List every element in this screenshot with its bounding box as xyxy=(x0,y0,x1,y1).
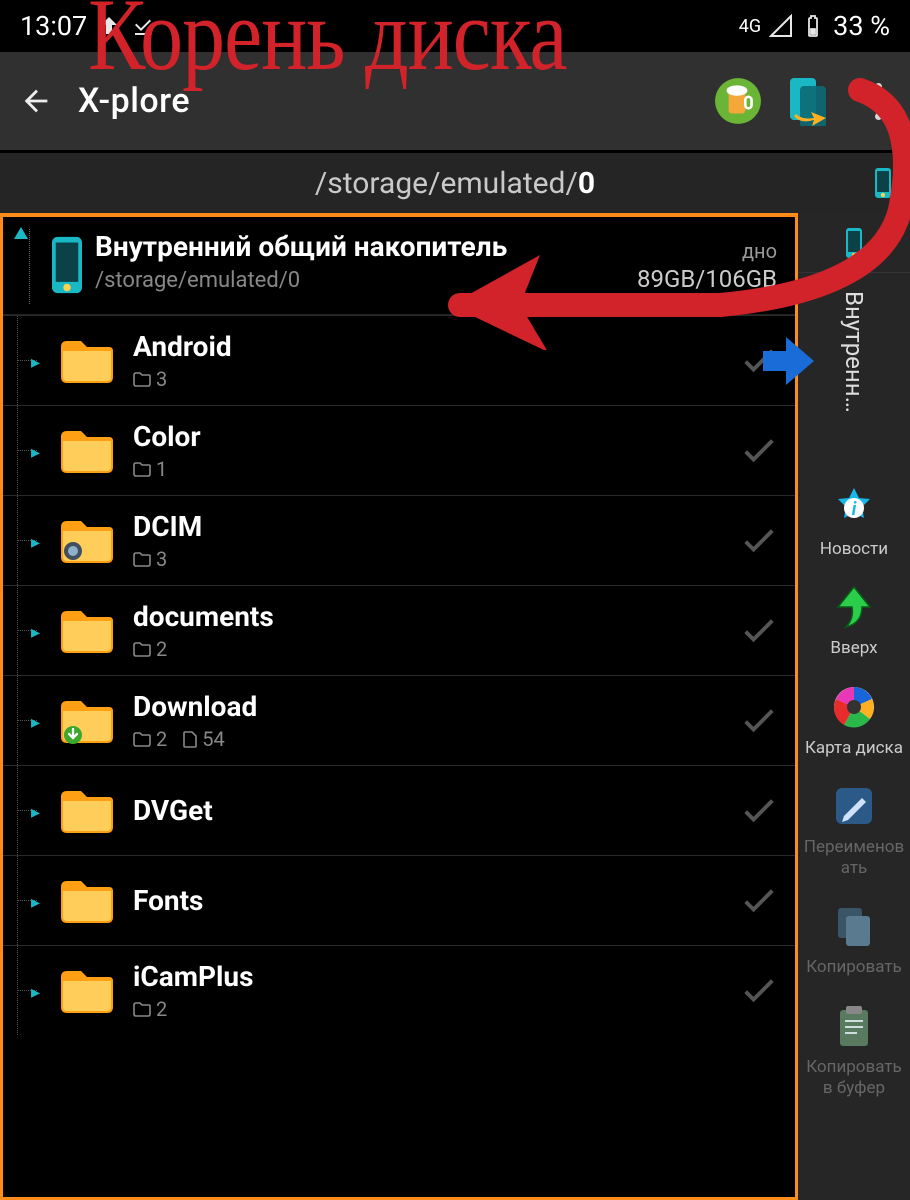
folder-meta: 1 xyxy=(133,457,737,481)
folder-row-icamplus[interactable]: ▸ iCamPlus 2 xyxy=(3,945,795,1035)
status-time: 13:07 xyxy=(20,10,87,42)
check-icon[interactable] xyxy=(737,787,781,835)
expand-arrow-icon[interactable]: ▸ xyxy=(31,442,40,463)
folder-icon xyxy=(59,607,115,655)
clip-icon xyxy=(829,1001,879,1051)
folder-list: ▸ Android 3 ▸ Color 1 ▸ xyxy=(3,315,795,1035)
battery-icon xyxy=(801,14,825,38)
folder-icon xyxy=(59,337,115,385)
copy-icon xyxy=(829,901,879,951)
side-news-button[interactable]: i Новости xyxy=(804,473,904,572)
side-storage-icon[interactable] xyxy=(798,213,910,273)
folder-row-dcim[interactable]: ▸ DCIM 3 xyxy=(3,495,795,585)
folder-row-dvget[interactable]: ▸ DVGet xyxy=(3,765,795,855)
news-icon: i xyxy=(829,483,879,533)
folder-meta: 3 xyxy=(133,367,737,391)
folder-row-download[interactable]: ▸ Download 254 xyxy=(3,675,795,765)
folder-icon xyxy=(59,967,115,1015)
storage-title: Внутренний общий накопитель xyxy=(95,229,607,264)
side-copy-button[interactable]: Копировать xyxy=(804,891,904,990)
side-diskmap-button[interactable]: Карта диска xyxy=(804,672,904,771)
side-button-label: Копировать в буфер xyxy=(806,1057,902,1100)
folder-name: Android xyxy=(133,330,737,363)
expand-arrow-icon[interactable]: ▸ xyxy=(31,982,40,1003)
folder-row-color[interactable]: ▸ Color 1 xyxy=(3,405,795,495)
storage-path: /storage/emulated/0 xyxy=(95,268,607,293)
folder-icon xyxy=(59,787,115,835)
folder-icon xyxy=(59,517,115,565)
file-panel: Внутренний общий накопитель /storage/emu… xyxy=(0,213,798,1200)
folder-name: DVGet xyxy=(133,794,737,827)
side-up-button[interactable]: Вверх xyxy=(804,572,904,671)
annotation-title: Корень диска xyxy=(88,0,567,94)
check-icon[interactable] xyxy=(737,607,781,655)
folder-icon xyxy=(59,697,115,745)
phone-icon xyxy=(49,235,85,295)
check-icon[interactable] xyxy=(737,517,781,565)
storage-header[interactable]: Внутренний общий накопитель /storage/emu… xyxy=(3,217,795,315)
check-icon[interactable] xyxy=(737,877,781,925)
svg-text:i: i xyxy=(852,499,857,520)
folder-row-documents[interactable]: ▸ documents 2 xyxy=(3,585,795,675)
expand-arrow-icon[interactable]: ▸ xyxy=(31,802,40,823)
folder-meta: 3 xyxy=(133,547,737,571)
folder-name: Color xyxy=(133,420,737,453)
check-icon[interactable] xyxy=(737,967,781,1015)
side-rename-button[interactable]: Переименов ать xyxy=(804,771,904,892)
expand-arrow-icon[interactable]: ▸ xyxy=(31,622,40,643)
diskmap-icon xyxy=(829,682,879,732)
more-menu-button[interactable] xyxy=(858,77,898,125)
switch-panel-arrow-icon[interactable] xyxy=(758,333,818,389)
path-text: /storage/emulated/0 xyxy=(315,166,595,201)
side-button-label: Копировать xyxy=(806,957,902,978)
side-button-label: Новости xyxy=(820,539,888,560)
side-tab-label[interactable]: Внутренн… xyxy=(840,273,868,473)
path-bar[interactable]: /storage/emulated/0 xyxy=(0,153,910,213)
folder-row-android[interactable]: ▸ Android 3 xyxy=(3,315,795,405)
folder-icon xyxy=(59,427,115,475)
side-button-label: Переименов ать xyxy=(804,837,904,880)
folder-meta: 2 xyxy=(133,997,737,1021)
rename-icon xyxy=(829,781,879,831)
up-icon xyxy=(829,582,879,632)
expand-arrow-icon[interactable]: ▸ xyxy=(31,352,40,373)
panel-switch-icon[interactable] xyxy=(778,71,838,131)
expand-arrow-icon[interactable]: ▸ xyxy=(31,532,40,553)
folder-name: Download xyxy=(133,690,737,723)
network-type: 4G xyxy=(739,16,761,37)
folder-name: iCamPlus xyxy=(133,960,737,993)
folder-name: DCIM xyxy=(133,510,737,543)
expand-arrow-icon[interactable]: ▸ xyxy=(31,892,40,913)
folder-meta: 254 xyxy=(133,727,737,751)
back-button[interactable] xyxy=(12,77,60,125)
storage-size: дно 89GB/106GB xyxy=(607,229,781,304)
side-button-label: Карта диска xyxy=(805,738,903,759)
check-icon[interactable] xyxy=(737,697,781,745)
folder-icon xyxy=(59,877,115,925)
battery-percent: 33 % xyxy=(833,10,890,42)
donate-icon[interactable] xyxy=(708,71,768,131)
phone-icon xyxy=(874,167,892,199)
side-button-label: Вверх xyxy=(830,638,877,659)
folder-row-fonts[interactable]: ▸ Fonts xyxy=(3,855,795,945)
check-icon[interactable] xyxy=(737,427,781,475)
folder-name: documents xyxy=(133,600,737,633)
signal-icon xyxy=(769,14,793,38)
side-clip-button[interactable]: Копировать в буфер xyxy=(804,991,904,1112)
side-panel: Внутренн… i Новости Вверх Карта диска Пе… xyxy=(798,213,910,1200)
expand-arrow-icon[interactable]: ▸ xyxy=(31,712,40,733)
folder-meta: 2 xyxy=(133,637,737,661)
folder-name: Fonts xyxy=(133,884,737,917)
